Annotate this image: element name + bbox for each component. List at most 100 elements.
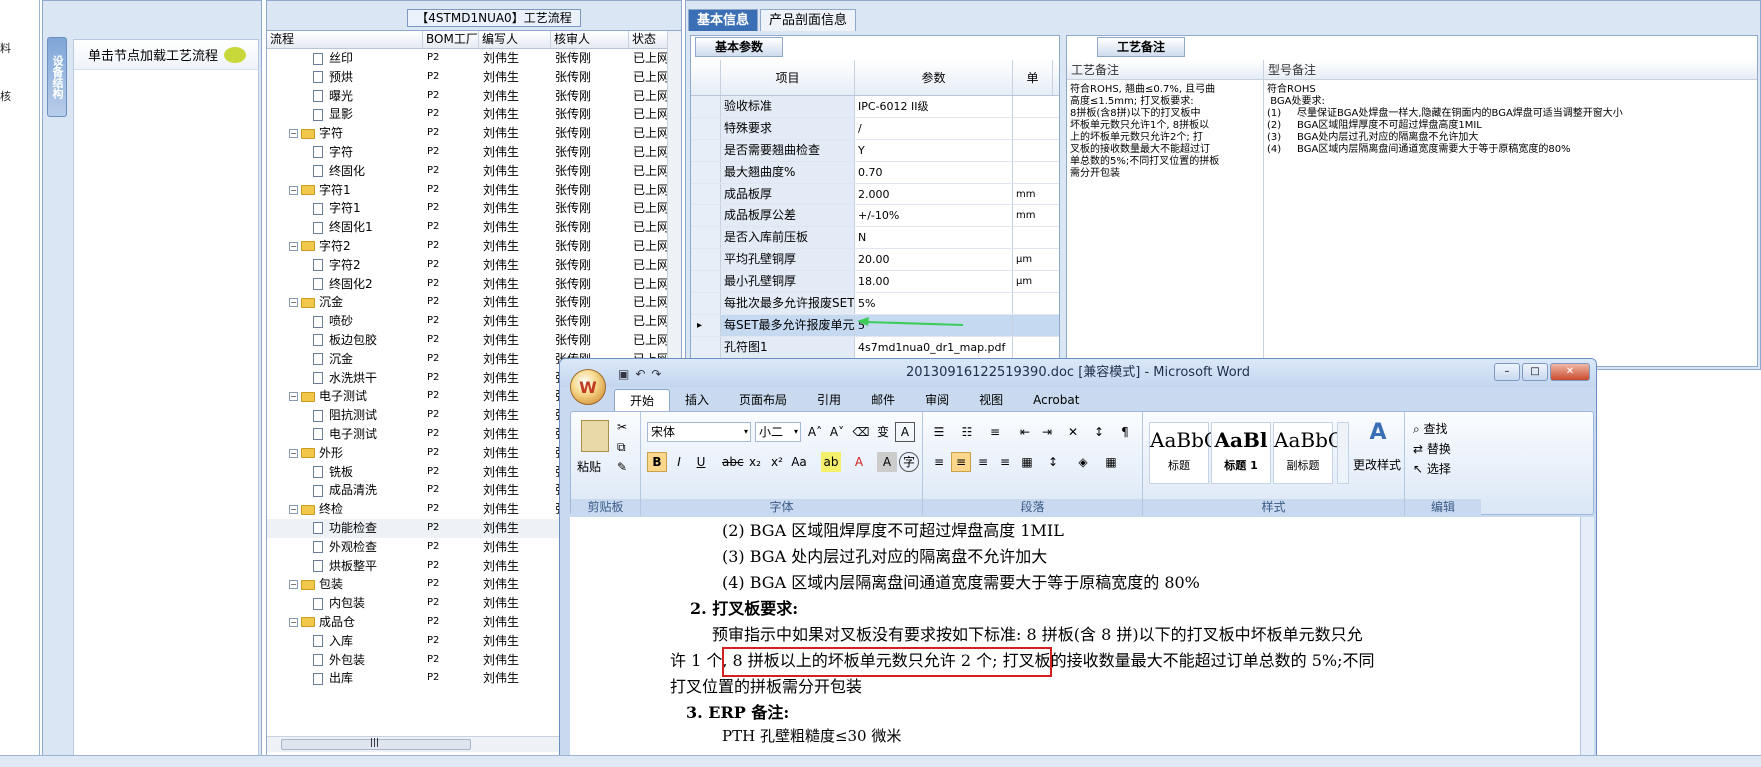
process-name-cell[interactable]: − 电子测试 <box>267 387 423 406</box>
process-name-cell[interactable]: − 包装 <box>267 575 423 594</box>
column-header[interactable]: 参数 <box>855 60 1013 95</box>
bullets-icon[interactable]: ☰ <box>929 422 949 442</box>
row-selector[interactable] <box>691 271 721 293</box>
process-name-cell[interactable]: 预烘 <box>267 68 423 87</box>
collapse-icon[interactable]: − <box>289 392 298 402</box>
process-name-cell[interactable]: − 终检 <box>267 500 423 519</box>
param-row[interactable]: 孔符图1 4s7md1nua0_dr1_map.pdf <box>691 336 1059 359</box>
tab-profile-info[interactable]: 产品剖面信息 <box>760 9 857 31</box>
row-selector[interactable] <box>691 336 721 358</box>
process-name-cell[interactable]: 铣板 <box>267 463 423 482</box>
tab-process-remarks[interactable]: 工艺备注 <box>1097 37 1185 57</box>
align-right-icon[interactable]: ≡ <box>973 452 993 472</box>
param-value[interactable]: 0.70 <box>855 161 1013 183</box>
ribbon-tab[interactable]: 引用 <box>802 389 856 412</box>
table-row[interactable]: − 沉金 P2 刘伟生 张传刚 已上网 <box>267 293 681 312</box>
underline-icon[interactable]: U <box>691 452 711 472</box>
row-selector[interactable] <box>691 227 721 249</box>
tab-basic-params[interactable]: 基本参数 <box>695 37 783 57</box>
row-selector[interactable] <box>691 117 721 139</box>
italic-icon[interactable]: I <box>669 452 689 472</box>
row-selector[interactable] <box>691 183 721 205</box>
param-value[interactable]: N <box>855 227 1013 249</box>
process-name-cell[interactable]: 终固化1 <box>267 218 423 237</box>
column-header[interactable]: 工艺备注 <box>1067 60 1264 79</box>
ribbon-tab[interactable]: 邮件 <box>856 389 910 412</box>
multilevel-list-icon[interactable]: ≡ <box>985 422 1005 442</box>
collapse-icon[interactable]: − <box>289 185 298 195</box>
increase-indent-icon[interactable]: ⇥ <box>1037 422 1057 442</box>
column-header[interactable]: 状态 <box>629 31 669 48</box>
param-value[interactable]: 18.00 <box>855 271 1013 293</box>
chinese-layout-icon[interactable]: ✕ <box>1063 422 1083 442</box>
process-name-cell[interactable]: 烘板整平 <box>267 557 423 576</box>
ribbon-tab[interactable]: 开始 <box>614 389 671 412</box>
save-icon[interactable]: ▣ <box>618 367 629 381</box>
doc-vertical-scrollbar[interactable] <box>1580 517 1594 766</box>
table-row[interactable]: 字符 P2 刘伟生 张传刚 已上网 <box>267 143 681 162</box>
minimize-icon[interactable]: – <box>1494 363 1520 381</box>
process-name-cell[interactable]: 成品清洗 <box>267 481 423 500</box>
column-header[interactable]: 核审人 <box>551 31 629 48</box>
bold-icon[interactable]: B <box>647 452 667 472</box>
process-name-cell[interactable]: 字符 <box>267 143 423 162</box>
param-row[interactable]: 最大翘曲度% 0.70 <box>691 161 1059 184</box>
styles-scroll[interactable] <box>1337 422 1349 484</box>
font-name-select[interactable]: 宋体 ▾ <box>647 422 751 442</box>
process-name-cell[interactable]: − 外形 <box>267 444 423 463</box>
process-name-cell[interactable]: 入库 <box>267 632 423 651</box>
select-button[interactable]: ↖ 选择 <box>1413 460 1451 477</box>
format-painter-icon[interactable]: ✎ <box>617 460 627 474</box>
column-header[interactable]: 项目 <box>721 60 855 95</box>
table-row[interactable]: 终固化1 P2 刘伟生 张传刚 已上网 <box>267 218 681 237</box>
row-selector[interactable] <box>691 249 721 271</box>
ribbon-tab[interactable]: 插入 <box>670 389 724 412</box>
process-name-cell[interactable]: 喷砂 <box>267 312 423 331</box>
device-structure-tab[interactable]: 设备结构 <box>47 37 67 117</box>
table-row[interactable]: 字符1 P2 刘伟生 张传刚 已上网 <box>267 199 681 218</box>
param-value[interactable]: Y <box>855 139 1013 161</box>
grow-font-icon[interactable]: A˄ <box>805 422 825 442</box>
process-name-cell[interactable]: 板边包胶 <box>267 331 423 350</box>
subscript-icon[interactable]: x₂ <box>745 452 765 472</box>
font-color-icon[interactable]: A <box>849 452 869 472</box>
undo-icon[interactable]: ↶ <box>635 367 645 381</box>
office-button-icon[interactable]: W <box>570 369 606 405</box>
row-selector[interactable] <box>691 161 721 183</box>
column-header[interactable]: 单 <box>1013 60 1053 95</box>
collapse-icon[interactable]: − <box>289 241 298 251</box>
collapse-icon[interactable]: − <box>289 298 298 308</box>
column-header[interactable]: BOM工厂 <box>423 31 479 48</box>
param-value[interactable]: / <box>855 117 1013 139</box>
ribbon-tab[interactable]: 页面布局 <box>724 389 802 412</box>
phonetic-icon[interactable]: 变 <box>873 422 893 442</box>
model-remark-text[interactable]: 符合ROHS BGA处要求: (1) 尽量保证BGA处焊盘一样大,隐藏在铜面内的… <box>1264 80 1757 360</box>
process-name-cell[interactable]: − 成品仓 <box>267 613 423 632</box>
column-header[interactable]: 编写人 <box>479 31 551 48</box>
change-case-icon[interactable]: Aa <box>789 452 809 472</box>
process-name-cell[interactable]: 出库 <box>267 669 423 688</box>
collapse-icon[interactable]: − <box>289 505 298 515</box>
maximize-icon[interactable]: □ <box>1522 363 1548 381</box>
clear-format-icon[interactable]: ⌫ <box>851 422 871 442</box>
find-button[interactable]: ⌕ 查找 <box>1413 420 1448 437</box>
table-row[interactable]: 显影 P2 刘伟生 张传刚 已上网 <box>267 105 681 124</box>
redo-icon[interactable]: ↷ <box>651 367 661 381</box>
column-header[interactable]: 流程 <box>267 31 423 48</box>
process-name-cell[interactable]: − 沉金 <box>267 293 423 312</box>
process-name-cell[interactable]: 内包装 <box>267 594 423 613</box>
process-name-cell[interactable]: 终固化2 <box>267 275 423 294</box>
copy-icon[interactable]: ⧉ <box>617 440 626 455</box>
process-name-cell[interactable]: 字符2 <box>267 256 423 275</box>
param-row[interactable]: 特殊要求 / <box>691 117 1059 140</box>
param-row[interactable]: 平均孔壁铜厚 20.00 μm <box>691 249 1059 272</box>
ribbon-tab[interactable]: 审阅 <box>910 389 964 412</box>
row-selector[interactable] <box>691 96 721 117</box>
table-row[interactable]: − 字符 P2 刘伟生 张传刚 已上网 <box>267 124 681 143</box>
paste-icon[interactable] <box>581 420 609 452</box>
sort-icon[interactable]: ↕ <box>1089 422 1109 442</box>
paste-label[interactable]: 粘贴 <box>577 458 601 475</box>
param-row[interactable]: 是否需要翘曲检查 Y <box>691 139 1059 162</box>
table-row[interactable]: 板边包胶 P2 刘伟生 张传刚 已上网 <box>267 331 681 350</box>
param-value[interactable]: 2.000 <box>855 183 1013 205</box>
